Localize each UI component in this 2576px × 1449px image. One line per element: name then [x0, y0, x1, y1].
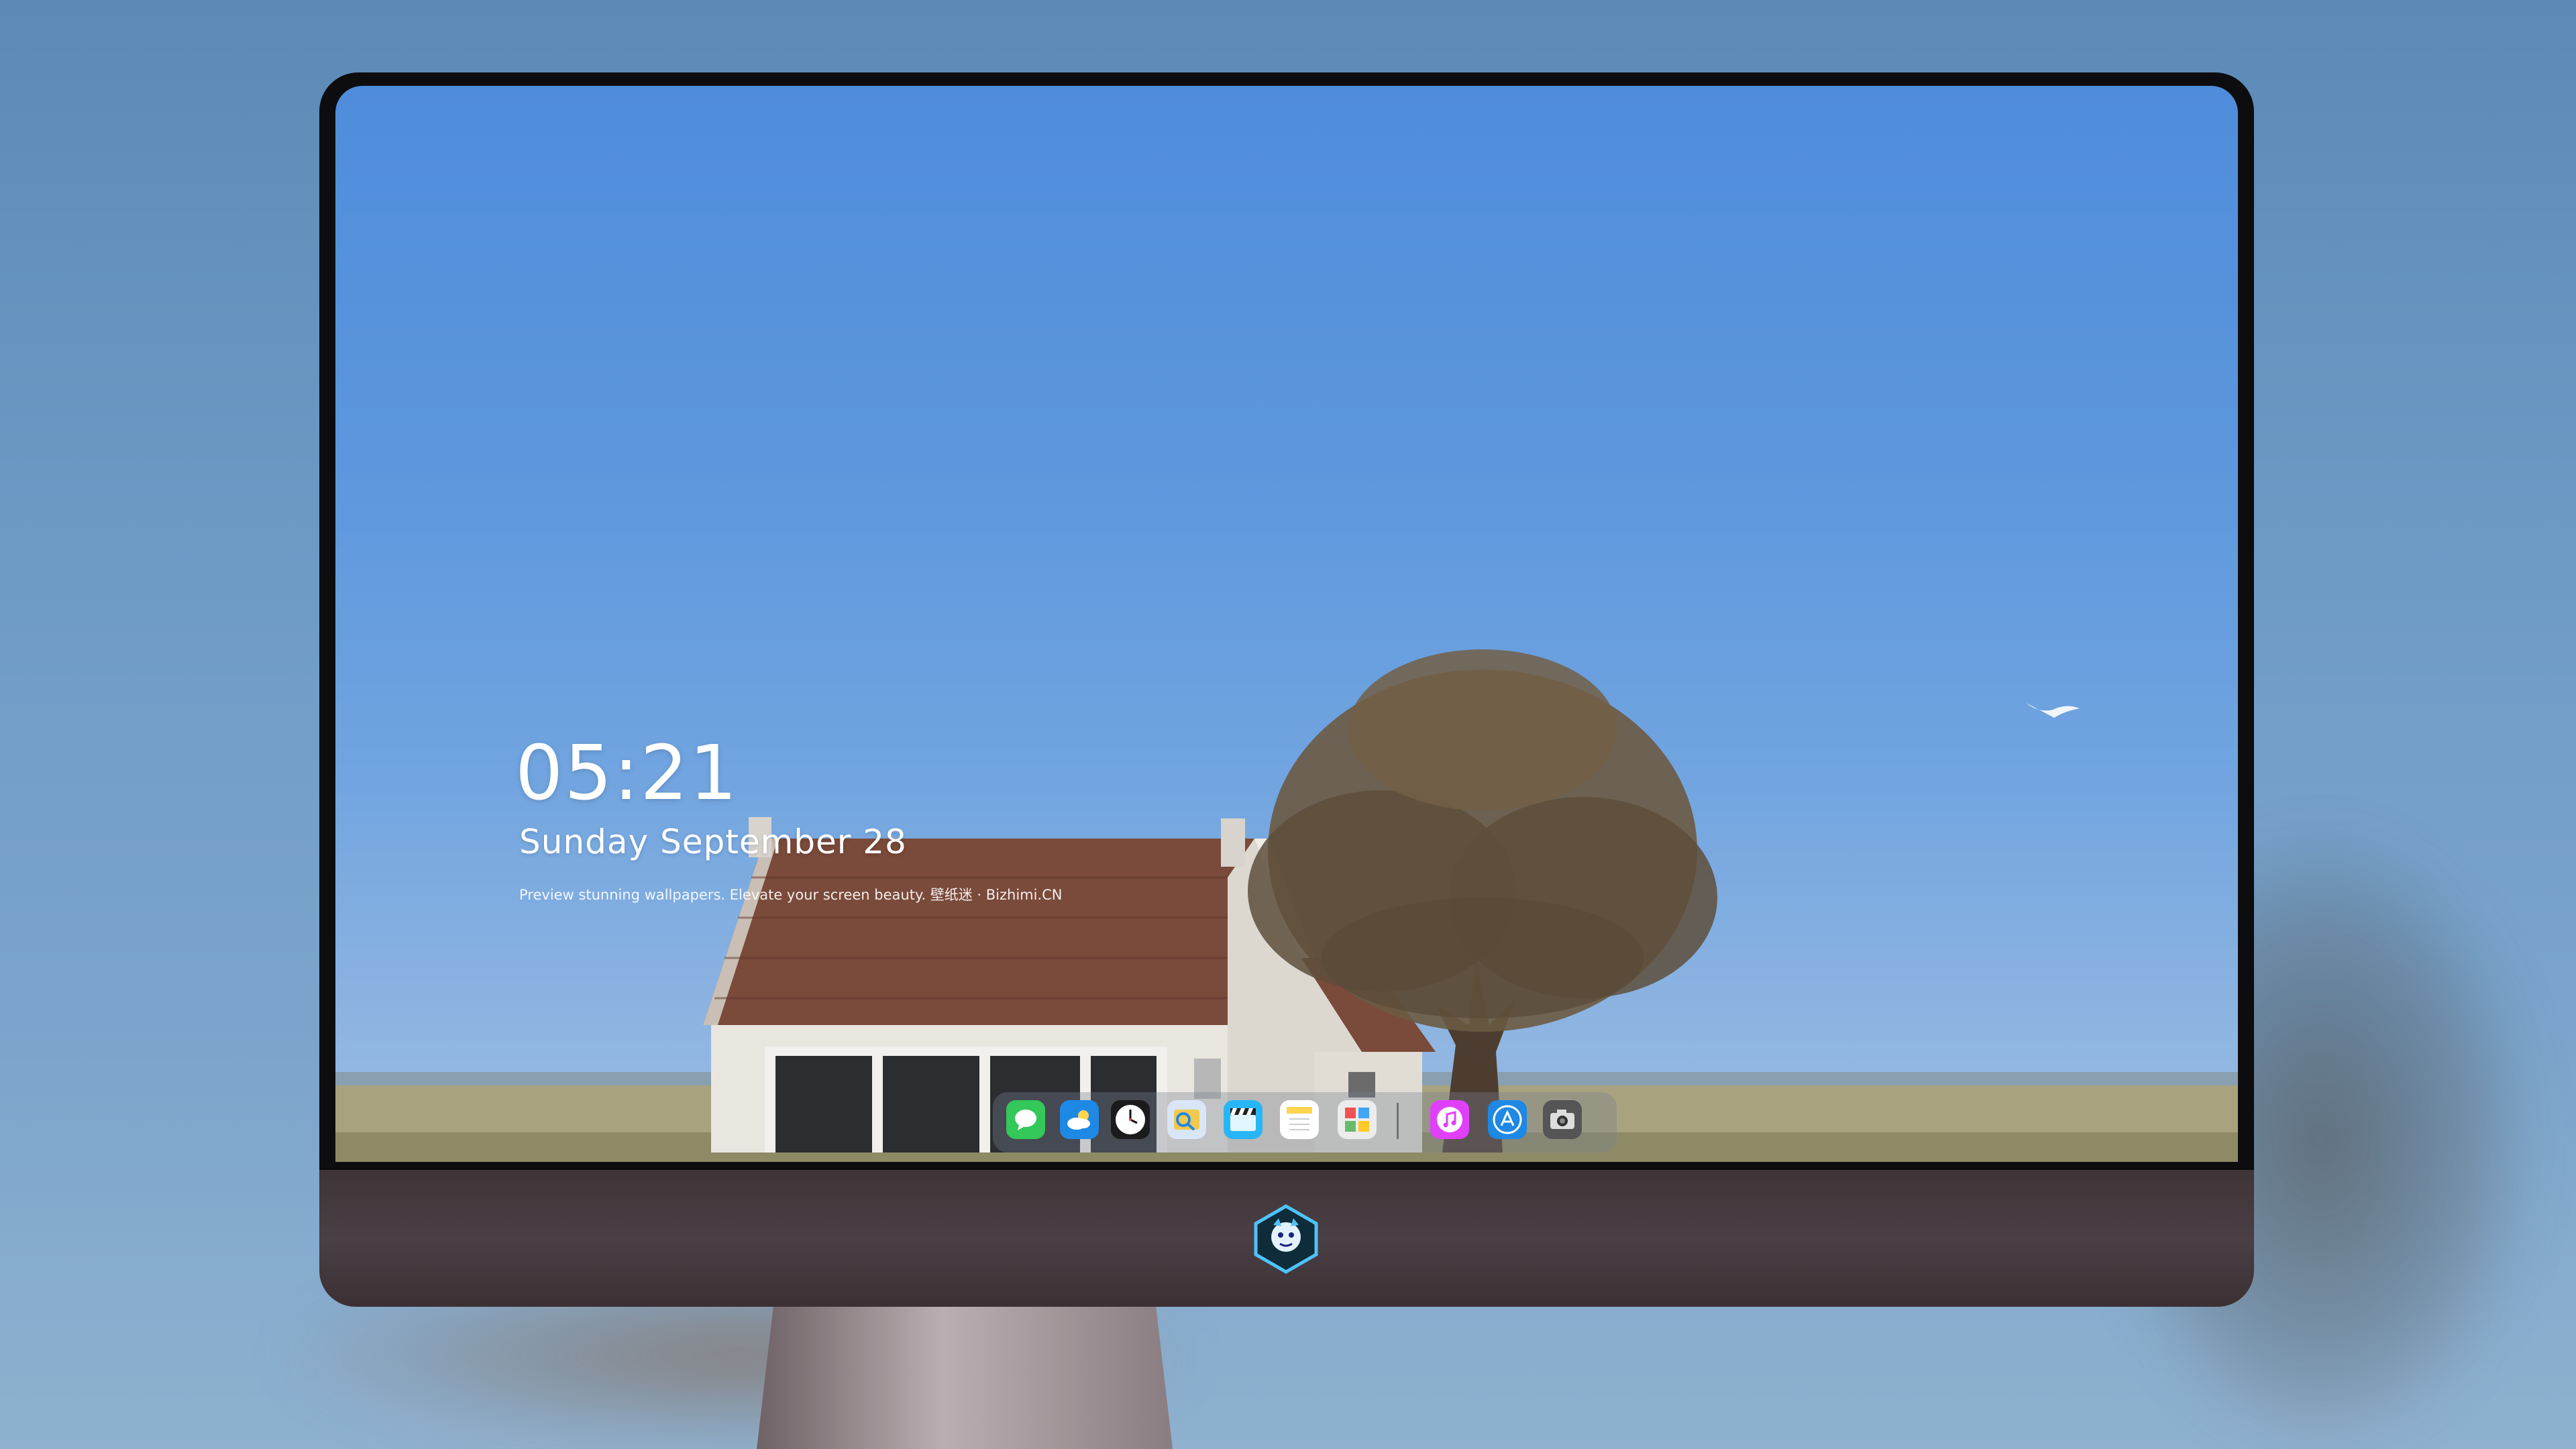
lock-screen-date: Sunday September 28: [519, 822, 907, 861]
camera-icon: [1550, 1110, 1574, 1129]
camera-app-icon[interactable]: [1543, 1100, 1582, 1139]
message-bubble-icon: [1015, 1110, 1036, 1130]
photos-grid-app-icon[interactable]: [1338, 1100, 1377, 1139]
monitor: 05:21 Sunday September 28 Preview stunni…: [319, 72, 2254, 1307]
bird-illustration: [2026, 703, 2080, 718]
cloud-sun-icon: [1067, 1110, 1090, 1130]
music-app-icon[interactable]: [1430, 1100, 1469, 1139]
monitor-stand: [757, 1307, 1173, 1449]
messages-app-icon[interactable]: [1006, 1100, 1045, 1139]
preview-app-icon[interactable]: [1167, 1100, 1206, 1139]
notes-app-icon[interactable]: [1280, 1100, 1319, 1139]
wallpaper-scene: [335, 649, 2238, 1162]
desktop-screen: 05:21 Sunday September 28 Preview stunni…: [335, 86, 2238, 1162]
notes-icon: [1287, 1107, 1312, 1130]
app-store-icon: [1493, 1105, 1522, 1134]
brand-logo-icon: [1254, 1204, 1318, 1274]
weather-app-icon[interactable]: [1060, 1100, 1099, 1139]
clips-app-icon[interactable]: [1224, 1100, 1263, 1139]
app-store-app-icon[interactable]: [1488, 1100, 1527, 1139]
wallpaper-tagline: Preview stunning wallpapers. Elevate you…: [519, 887, 1063, 903]
music-note-icon: [1437, 1107, 1462, 1132]
clock-app-icon[interactable]: [1111, 1100, 1150, 1139]
preview-icon: [1174, 1110, 1199, 1131]
clock-icon: [1116, 1105, 1145, 1134]
grid-photos-icon: [1345, 1108, 1369, 1132]
dock-separator: [1397, 1103, 1399, 1139]
lock-screen-time: 05:21: [515, 730, 739, 817]
clapperboard-icon: [1230, 1108, 1256, 1131]
